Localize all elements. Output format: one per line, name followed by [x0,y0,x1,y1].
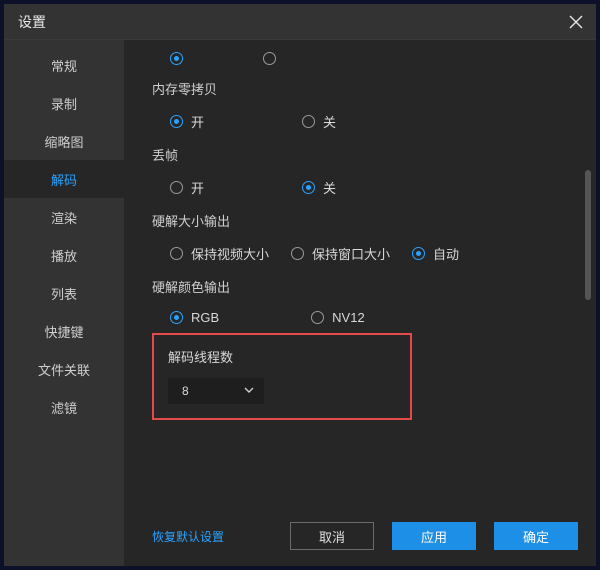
button-label: 确定 [523,527,549,546]
sidebar: 常规 录制 缩略图 解码 渲染 播放 列表 快捷键 文件关联 滤镜 [4,40,124,566]
footer: 恢复默认设置 取消 应用 确定 [124,506,596,566]
radio-label: 关 [323,112,336,131]
radio-size-window[interactable]: 保持窗口大小 [291,244,390,263]
radio-size-auto[interactable]: 自动 [412,244,459,263]
dialog-title: 设置 [18,12,46,32]
radio-icon [170,311,183,324]
sidebar-item-shortcut[interactable]: 快捷键 [4,312,124,350]
radio-icon[interactable] [170,52,183,65]
radio-label: 保持窗口大小 [312,244,390,263]
titlebar: 设置 [4,4,596,40]
sidebar-item-label: 缩略图 [44,132,83,151]
radio-size-video[interactable]: 保持视频大小 [170,244,269,263]
sidebar-item-label: 渲染 [51,208,77,227]
radio-drop-frame-off[interactable]: 关 [302,178,336,197]
sidebar-item-label: 常规 [51,56,77,75]
threads-select[interactable]: 8 [168,378,264,404]
radio-label: 自动 [433,244,459,263]
sidebar-item-label: 滤镜 [51,398,77,417]
section-title-threads: 解码线程数 [168,347,396,366]
radio-icon [412,247,425,260]
sidebar-item-label: 文件关联 [38,360,90,379]
radio-icon[interactable] [263,52,276,65]
radio-icon [170,181,183,194]
radio-zero-copy-off[interactable]: 关 [302,112,336,131]
sidebar-item-general[interactable]: 常规 [4,46,124,84]
cancel-button[interactable]: 取消 [290,522,374,550]
sidebar-item-render[interactable]: 渲染 [4,198,124,236]
highlight-annotation: 解码线程数 8 [152,333,412,420]
radio-label: 关 [323,178,336,197]
radio-label: 开 [191,112,204,131]
sidebar-item-decode[interactable]: 解码 [4,160,124,198]
sidebar-item-playback[interactable]: 播放 [4,236,124,274]
radio-icon [170,115,183,128]
sidebar-item-label: 快捷键 [44,322,83,341]
section-title-drop-frame: 丢帧 [152,145,564,164]
sidebar-item-list[interactable]: 列表 [4,274,124,312]
radio-icon [170,247,183,260]
sidebar-item-file-assoc[interactable]: 文件关联 [4,350,124,388]
sidebar-item-filter[interactable]: 滤镜 [4,388,124,426]
sidebar-item-record[interactable]: 录制 [4,84,124,122]
section-title-color-output: 硬解颜色输出 [152,277,564,296]
ok-button[interactable]: 确定 [494,522,578,550]
content-area: 内存零拷贝 开 关 丢帧 开 关 硬解大小输出 保持视频大小 保持窗口大小 自 [124,40,596,566]
chevron-down-icon [244,384,254,398]
radio-icon [302,181,315,194]
radio-drop-frame-on[interactable]: 开 [170,178,204,197]
button-label: 取消 [319,527,345,546]
partial-setting-row [152,52,564,65]
radio-zero-copy-on[interactable]: 开 [170,112,204,131]
close-icon[interactable] [566,12,586,32]
scrollbar-thumb[interactable] [585,170,591,300]
settings-dialog: 设置 常规 录制 缩略图 解码 渲染 播放 列表 快捷键 文件关联 滤镜 [4,4,596,566]
radio-color-rgb[interactable]: RGB [170,310,219,325]
sidebar-item-label: 录制 [51,94,77,113]
apply-button[interactable]: 应用 [392,522,476,550]
radio-label: RGB [191,310,219,325]
restore-defaults-link[interactable]: 恢复默认设置 [152,528,224,545]
radio-icon [302,115,315,128]
sidebar-item-label: 播放 [51,246,77,265]
radio-icon [291,247,304,260]
sidebar-item-label: 列表 [51,284,77,303]
button-label: 应用 [421,527,447,546]
radio-color-nv12[interactable]: NV12 [311,310,365,325]
sidebar-item-label: 解码 [51,170,77,189]
sidebar-item-thumbnail[interactable]: 缩略图 [4,122,124,160]
section-title-size-output: 硬解大小输出 [152,211,564,230]
radio-icon [311,311,324,324]
radio-label: NV12 [332,310,365,325]
radio-label: 保持视频大小 [191,244,269,263]
select-value: 8 [182,384,189,398]
radio-label: 开 [191,178,204,197]
section-title-zero-copy: 内存零拷贝 [152,79,564,98]
